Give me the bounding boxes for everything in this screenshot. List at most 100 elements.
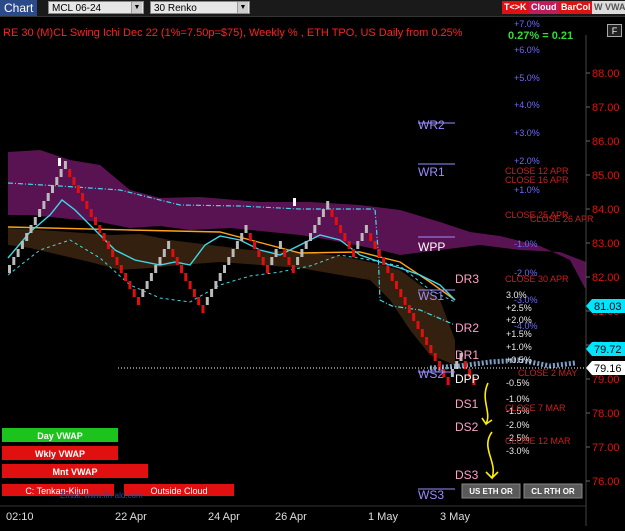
close-label: CLOSE 2 MAY: [518, 368, 577, 378]
renko-brick-up: [244, 225, 248, 233]
renko-brick-up: [33, 217, 37, 225]
day-vwap-label: Day VWAP: [37, 431, 83, 441]
renko-brick-up: [317, 217, 321, 225]
daily-pct-label: -3.0%: [506, 446, 530, 456]
close-label: CLOSE 16 APR: [505, 175, 569, 185]
close-label: CLOSE 26 APR: [530, 214, 594, 224]
renko-brick-down: [132, 289, 136, 297]
renko-brick-down: [412, 313, 416, 321]
renko-brick-down: [446, 377, 450, 385]
renko-brick-down: [102, 233, 106, 241]
weekly-pct-label: +5.0%: [514, 73, 540, 83]
bar-type-dropdown[interactable]: 30 Renko ▼: [150, 1, 250, 14]
renko-brick-up: [313, 225, 317, 233]
price-chart[interactable]: RE 30 (M)CL Swing Ichi Dec 22 (1%=7.50p=…: [0, 17, 625, 526]
watermark: Email: www.fin-ald.com: [60, 491, 143, 500]
renko-brick-down: [291, 265, 295, 273]
wkly-vwap-label: Wkly VWAP: [35, 449, 85, 459]
renko-brick-up: [51, 185, 54, 193]
renko-brick-down: [257, 249, 261, 257]
renko-brick-down: [119, 265, 123, 273]
tenkan-kijun-toggle[interactable]: T<>K: [502, 1, 529, 14]
renko-brick-down: [377, 249, 381, 257]
price-tick-label: 84.00: [592, 204, 620, 216]
price-tick-label: 82.00: [592, 272, 620, 284]
price-tick-label: 85.00: [592, 170, 620, 182]
renko-brick-down: [287, 257, 291, 265]
renko-brick-up: [309, 233, 312, 241]
close-label: CLOSE 7 MAR: [505, 403, 566, 413]
renko-brick-down: [124, 273, 128, 281]
daily-pct-label: +2.5%: [506, 303, 532, 313]
renko-brick-down: [347, 241, 351, 249]
daily-pct-label: 3.0%: [506, 290, 527, 300]
renko-brick-up: [20, 241, 24, 249]
renko-brick-up: [145, 281, 149, 289]
renko-brick-down: [115, 257, 119, 265]
renko-brick-down: [94, 217, 97, 225]
cloud-toggle[interactable]: Cloud: [529, 1, 559, 14]
time-label: 24 Apr: [208, 511, 240, 523]
renko-brick-up: [141, 289, 145, 297]
renko-brick-up: [304, 241, 308, 249]
price-badge-label: 79.16: [594, 363, 622, 375]
price-badge-label: 79.72: [594, 344, 622, 356]
renko-brick-up: [29, 225, 33, 233]
pivot-label-ds1: DS1: [455, 397, 479, 411]
daily-pct-label: +1.5%: [506, 329, 532, 339]
renko-brick-down: [106, 241, 110, 249]
daily-pct-label: -0.5%: [506, 378, 530, 388]
renko-brick-down: [382, 257, 386, 265]
renko-brick-down: [416, 321, 420, 329]
chart-window-title: Chart: [0, 0, 38, 16]
symbol-dropdown[interactable]: MCL 06-24 ▼: [48, 1, 144, 14]
cl-rth-or-label: CL RTH OR: [531, 487, 575, 496]
renko-brick-down: [253, 241, 257, 249]
renko-brick-down: [390, 273, 394, 281]
renko-brick-up: [162, 249, 166, 257]
pivot-label-dr3: DR3: [455, 272, 479, 286]
close-label: CLOSE 12 MAR: [505, 436, 571, 446]
chart-area[interactable]: RE 30 (M)CL Swing Ichi Dec 22 (1%=7.50p=…: [0, 17, 625, 526]
vwap-toggle[interactable]: W VWA: [592, 1, 625, 14]
renko-brick-up: [214, 281, 218, 289]
pivot-label-wr1: WR1: [418, 165, 445, 179]
price-tick-label: 76.00: [592, 476, 620, 488]
chevron-down-icon: ▼: [131, 2, 142, 13]
renko-brick-up: [63, 161, 67, 169]
renko-brick-down: [81, 193, 85, 201]
renko-brick-up: [293, 198, 296, 206]
renko-brick-down: [98, 225, 102, 233]
pivot-label-dr2: DR2: [455, 321, 479, 335]
renko-brick-up: [450, 369, 454, 377]
renko-brick-down: [266, 265, 269, 273]
time-label: 26 Apr: [275, 511, 307, 523]
weekly-pct-label: +4.0%: [514, 100, 540, 110]
bar-type-value: 30 Renko: [154, 3, 197, 14]
fullscreen-button[interactable]: F: [607, 24, 622, 37]
renko-brick-up: [16, 249, 20, 257]
pivot-label-ws1: WS1: [418, 289, 444, 303]
time-label: 3 May: [440, 511, 470, 523]
renko-brick-up: [231, 249, 235, 257]
renko-brick-down: [180, 265, 183, 273]
renko-brick-up: [218, 273, 222, 281]
renko-brick-up: [149, 273, 153, 281]
renko-brick-up: [360, 233, 364, 241]
renko-brick-down: [352, 249, 355, 257]
renko-brick-down: [283, 249, 287, 257]
daily-pct-label: +2.0%: [506, 315, 532, 325]
renko-brick-down: [197, 297, 201, 305]
renko-brick-down: [369, 233, 373, 241]
renko-brick-up: [364, 225, 368, 233]
renko-brick-down: [403, 297, 407, 305]
renko-brick-down: [386, 265, 390, 273]
renko-brick-down: [339, 225, 343, 233]
price-tick-label: 87.00: [592, 102, 620, 114]
bar-color-toggle[interactable]: BarCol: [559, 1, 593, 14]
pivot-label-wpp: WPP: [418, 240, 445, 254]
renko-brick-up: [8, 265, 11, 273]
renko-brick-down: [184, 273, 188, 281]
renko-brick-down: [128, 281, 132, 289]
renko-brick-down: [261, 257, 265, 265]
